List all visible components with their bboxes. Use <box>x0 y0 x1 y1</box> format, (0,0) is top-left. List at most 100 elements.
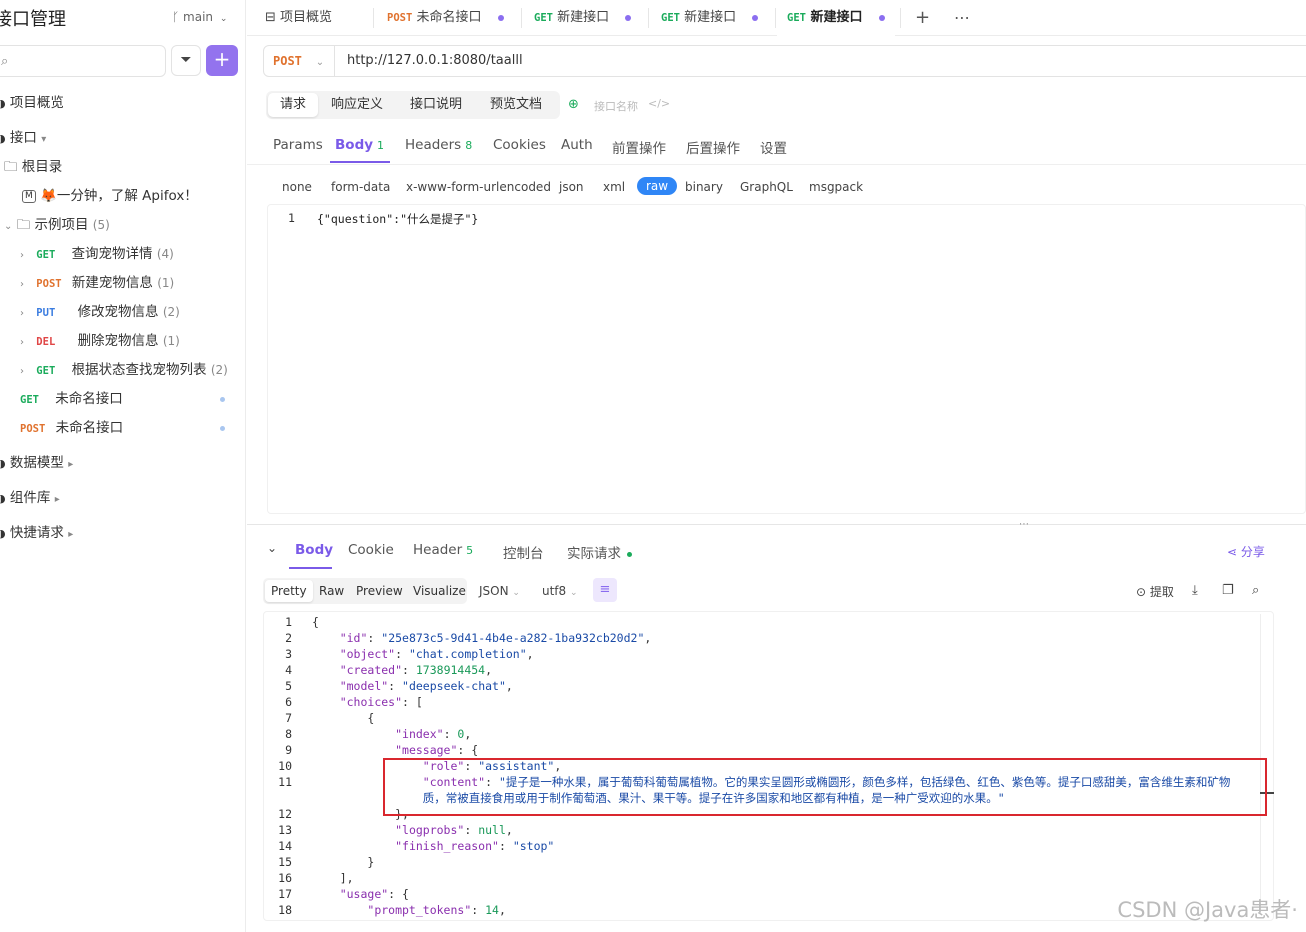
sidebar-item-label: 快捷请求 <box>9 525 64 541</box>
pane-divider[interactable] <box>247 524 1306 525</box>
response-tab-cookie[interactable]: Cookie <box>348 542 394 558</box>
tree-api-item[interactable]: POST 未命名接口 <box>20 415 123 441</box>
tree-api-item[interactable]: › POST 新建宠物信息 (1) <box>20 270 174 296</box>
drag-handle-icon[interactable]: ⋯ <box>1019 519 1029 530</box>
tree-label: 🦊一分钟，了解 Apifox！ <box>40 188 198 204</box>
overview-icon: ◑ <box>0 97 6 110</box>
copy-button[interactable]: ❐ <box>1222 583 1234 598</box>
tab-api[interactable]: POST 未命名接口 <box>387 0 504 36</box>
response-tab-body[interactable]: Body <box>295 542 333 558</box>
tab-separator <box>373 8 374 28</box>
body-type-urlencoded[interactable]: x-www-form-urlencoded <box>406 180 551 194</box>
tab-api[interactable]: GET 新建接口 <box>534 0 632 36</box>
tab-settings[interactable]: 设置 <box>760 137 787 157</box>
api-name-input[interactable]: 接口名称 <box>594 98 638 114</box>
segment-api-doc[interactable]: 接口说明 <box>398 93 474 117</box>
tab-auth[interactable]: Auth <box>561 137 593 153</box>
line-number: 18 <box>278 903 292 917</box>
method-badge: GET <box>661 12 680 24</box>
tree-api-item[interactable]: GET 未命名接口 <box>20 386 123 412</box>
collapse-response-button[interactable]: ⌄ <box>267 541 277 555</box>
request-segment: 请求 响应定义 接口说明 预览文档 <box>266 91 560 119</box>
tab-badge: 8 <box>465 139 473 152</box>
response-tab-header[interactable]: Header 5 <box>413 542 473 558</box>
tab-label: Params <box>273 137 323 153</box>
body-type-graphql[interactable]: GraphQL <box>740 180 793 194</box>
tab-label: 项目概览 <box>280 10 333 25</box>
tab-post-actions[interactable]: 后置操作 <box>686 137 740 157</box>
tree-api-item[interactable]: › GET 查询宠物详情 (4) <box>20 241 174 267</box>
sidebar-item-overview[interactable]: ◑ 项目概览 <box>0 90 64 116</box>
request-body-text: {"question":"什么是提子"} <box>317 212 479 226</box>
search-input[interactable]: ⌕ <box>0 45 166 77</box>
line-number: 6 <box>285 695 292 709</box>
body-type-json[interactable]: json <box>559 180 584 194</box>
response-tab-console[interactable]: 控制台 <box>503 542 544 562</box>
view-preview[interactable]: Preview <box>350 580 409 602</box>
body-type-msgpack[interactable]: msgpack <box>809 180 863 194</box>
view-visualize[interactable]: Visualize <box>407 580 472 602</box>
sidebar-item-quick-requests[interactable]: ◑ 快捷请求 ▸ <box>0 520 73 546</box>
body-type-raw[interactable]: raw <box>637 177 678 195</box>
line-number: 13 <box>278 823 292 837</box>
tree-api-item[interactable]: › GET 根据状态查找宠物列表 (2) <box>20 357 228 383</box>
download-button[interactable]: ⤓ <box>1192 583 1198 598</box>
tree-folder-examples[interactable]: ⌄ 🗀 示例项目 (5) <box>4 212 110 238</box>
tab-api[interactable]: GET 新建接口 <box>661 0 759 36</box>
sidebar-item-apis[interactable]: ◑ 接口 ▾ <box>0 125 46 151</box>
tabs-divider <box>247 164 1306 165</box>
segment-request[interactable]: 请求 <box>268 93 319 117</box>
tree-api-item[interactable]: › PUT 修改宠物信息 (2) <box>20 299 180 325</box>
body-type-form-data[interactable]: form-data <box>331 180 390 194</box>
tree-label: 修改宠物信息 <box>77 304 159 320</box>
segment-response-def[interactable]: 响应定义 <box>319 93 395 117</box>
body-type-xml[interactable]: xml <box>603 180 625 194</box>
branch-selector[interactable]: ᚴ main ⌄ <box>172 10 227 24</box>
tree-root-folder[interactable]: 🗀 根目录 <box>4 154 62 180</box>
share-button[interactable]: ⋖ 分享 <box>1227 543 1265 560</box>
extract-button[interactable]: ⊙ 提取 <box>1136 583 1174 600</box>
tab-cookies[interactable]: Cookies <box>493 137 546 153</box>
more-tabs-button[interactable]: ⋯ <box>954 0 970 36</box>
body-type-none[interactable]: none <box>282 180 312 194</box>
add-button[interactable]: + <box>206 45 238 76</box>
sidebar-item-models[interactable]: ◑ 数据模型 ▸ <box>0 450 73 476</box>
filter-button[interactable]: ⏷ <box>171 45 201 76</box>
segment-preview-doc[interactable]: 预览文档 <box>478 93 554 117</box>
tab-overview[interactable]: ⊟ 项目概览 <box>265 0 332 36</box>
view-raw[interactable]: Raw <box>313 580 350 602</box>
request-body-editor[interactable]: 1 {"question":"什么是提子"} <box>267 204 1306 514</box>
tree-doc-intro[interactable]: M 🦊一分钟，了解 Apifox！ <box>22 183 198 209</box>
share-label: 分享 <box>1240 545 1265 559</box>
wrap-lines-button[interactable]: ≡ <box>593 578 617 602</box>
view-pretty[interactable]: Pretty <box>265 580 313 602</box>
sidebar-item-components[interactable]: ◑ 组件库 ▸ <box>0 485 60 511</box>
search-button[interactable]: ⌕ <box>1252 583 1259 598</box>
tab-headers[interactable]: Headers 8 <box>405 137 472 153</box>
line-number: 1 <box>285 615 292 629</box>
sidebar-item-label: 项目概览 <box>9 95 64 111</box>
app-window: 接口管理 ᚴ main ⌄ ⌕ ⏷ + ◑ 项目概览 ◑ 接口 ▾ 🗀 根目录 … <box>0 0 1306 932</box>
tab-params[interactable]: Params <box>273 137 323 153</box>
line-number: 16 <box>278 871 292 885</box>
response-tab-actual-request[interactable]: 实际请求 <box>567 542 632 562</box>
model-icon: ◑ <box>0 457 6 470</box>
new-tab-button[interactable]: + <box>915 0 930 36</box>
method-badge: GET <box>787 12 806 24</box>
tab-api-active[interactable]: GET 新建接口 <box>777 0 896 36</box>
url-input[interactable]: http://127.0.0.1:8080/taalll <box>334 45 1306 77</box>
tab-label: 新建接口 <box>810 10 863 25</box>
sidebar-item-label: 数据模型 <box>9 455 64 471</box>
tab-body[interactable]: Body 1 <box>335 137 384 153</box>
status-dot <box>627 551 632 557</box>
tree-api-item[interactable]: › DEL 删除宠物信息 (1) <box>20 328 180 354</box>
code-text: "object": "chat.completion", <box>339 647 534 661</box>
encoding-select[interactable]: utf8 ⌄ <box>542 584 578 598</box>
code-icon[interactable]: </> <box>648 97 670 110</box>
tab-pre-actions[interactable]: 前置操作 <box>612 137 666 157</box>
body-type-binary[interactable]: binary <box>685 180 723 194</box>
format-select[interactable]: JSON ⌄ <box>479 584 520 598</box>
chevron-down-icon: ⌄ <box>570 588 578 598</box>
method-select[interactable]: POST ⌄ <box>263 45 335 77</box>
code-text: { <box>312 615 319 629</box>
